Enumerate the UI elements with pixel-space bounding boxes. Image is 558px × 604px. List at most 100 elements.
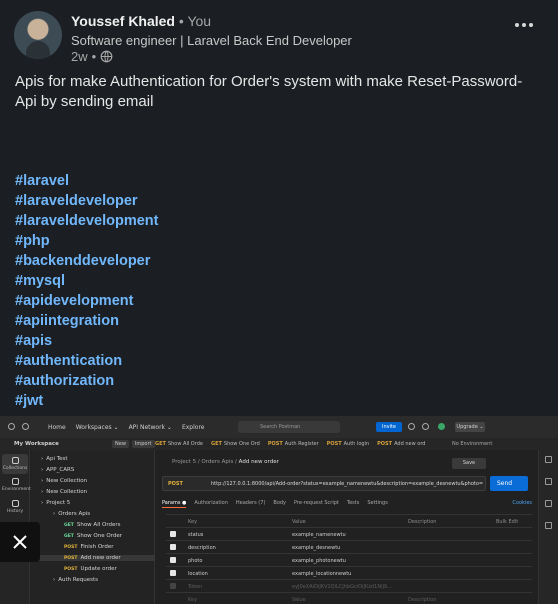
hashtag-link[interactable]: #laraveldeveloper xyxy=(15,191,158,211)
rail-collections[interactable]: Collections xyxy=(2,454,28,474)
hashtag-link[interactable]: #mysql xyxy=(15,271,158,291)
close-button[interactable] xyxy=(0,522,40,562)
you-label: You xyxy=(187,13,212,29)
url-input[interactable]: http://127.0.0.1:8000/api/Add-order?stat… xyxy=(211,481,483,487)
param-checkbox[interactable] xyxy=(170,583,176,589)
tree-item-label: Project 5 xyxy=(46,500,71,506)
tab-request-subtab[interactable]: Headers (7) xyxy=(236,500,265,508)
hashtag-link[interactable]: #backenddeveloper xyxy=(15,251,158,271)
import-button[interactable]: Import xyxy=(131,440,155,448)
post-body: Apis for make Authentication for Order's… xyxy=(15,73,523,110)
rail-history[interactable]: History xyxy=(2,500,28,514)
param-placeholder-description[interactable]: Description xyxy=(408,597,436,603)
workspace-name[interactable]: My Workspace xyxy=(14,441,59,447)
param-checkbox[interactable] xyxy=(170,544,176,550)
avatar[interactable] xyxy=(14,11,62,59)
param-value[interactable]: example_locationnewtu xyxy=(292,571,351,577)
param-key[interactable]: description xyxy=(188,545,216,551)
tree-item-label: Orders Apis xyxy=(58,511,91,517)
request-tab[interactable]: GET Show All Orde xyxy=(155,441,203,447)
more-options-button[interactable] xyxy=(512,17,536,33)
save-button[interactable]: Save xyxy=(452,458,486,469)
tree-item-label: Api Test xyxy=(46,456,68,462)
tree-item[interactable]: › Auth Requests xyxy=(53,577,98,583)
hashtag-link[interactable]: #authentication xyxy=(15,351,158,371)
param-checkbox[interactable] xyxy=(170,531,176,537)
top-nav-item[interactable]: Explore xyxy=(182,424,205,431)
param-key[interactable]: Token xyxy=(188,584,202,590)
param-placeholder-key[interactable]: Key xyxy=(188,597,197,603)
param-key[interactable]: location xyxy=(188,571,208,577)
param-value[interactable]: example_photonewtu xyxy=(292,558,346,564)
rail-environments[interactable]: Environments xyxy=(2,478,33,492)
param-checkbox[interactable] xyxy=(170,557,176,563)
hashtag-link[interactable]: #laraveldevelopment xyxy=(15,211,158,231)
column-header-bulk[interactable]: Bulk Edit xyxy=(496,519,518,525)
url-bar[interactable]: POST http://127.0.0.1:8000/api/Add-order… xyxy=(162,476,486,491)
tree-item[interactable]: › APP_CARS xyxy=(41,467,74,473)
docs-icon xyxy=(545,522,552,529)
tree-item[interactable]: › Orders Apis xyxy=(53,511,90,517)
request-tab[interactable]: GET Show One Ord xyxy=(211,441,260,447)
hashtag-link[interactable]: #apis xyxy=(15,331,158,351)
tab-label: Auth Register xyxy=(284,441,319,447)
param-placeholder-value[interactable]: Value xyxy=(292,597,306,603)
request-tab[interactable]: POST Auth login xyxy=(327,441,369,447)
tree-item[interactable]: › Api Test xyxy=(41,456,68,462)
param-value[interactable]: example_desnewtu xyxy=(292,545,340,551)
tab-request-subtab[interactable]: Settings xyxy=(367,500,388,508)
tree-item[interactable]: GET Show One Order xyxy=(61,533,122,539)
param-value[interactable]: example_namenewtu xyxy=(292,532,346,538)
tab-method: GET xyxy=(155,441,166,447)
hashtag-link[interactable]: #authorization xyxy=(15,371,158,391)
environment-select[interactable]: No Environment xyxy=(452,441,492,447)
hashtag-link[interactable]: #apiintegration xyxy=(15,311,158,331)
hashtag-link[interactable]: #jwt xyxy=(15,391,158,411)
tab-request-subtab[interactable]: Tests xyxy=(347,500,359,508)
forward-icon xyxy=(22,423,29,430)
history-icon xyxy=(11,500,19,507)
invite-button[interactable]: Invite xyxy=(376,422,402,432)
cookies-link[interactable]: Cookies xyxy=(512,500,532,508)
method-select[interactable]: POST xyxy=(168,481,183,487)
tree-item[interactable]: POST Update order xyxy=(61,566,117,572)
hashtag-link[interactable]: #apidevelopment xyxy=(15,291,158,311)
request-tab[interactable]: POST Auth Register xyxy=(268,441,319,447)
request-tab[interactable]: POST Add new ord xyxy=(377,441,425,447)
top-nav-item[interactable]: Workspaces ⌄ xyxy=(76,424,119,431)
tab-request-subtab[interactable]: Authorization xyxy=(194,500,228,508)
top-nav-item[interactable]: Home xyxy=(48,424,66,431)
tree-item[interactable]: POST Add new order xyxy=(31,555,155,561)
param-key[interactable]: status xyxy=(188,532,203,538)
tab-request-subtab[interactable]: Pre-request Script xyxy=(294,500,339,508)
post-image[interactable]: Home Workspaces ⌄ API Network ⌄ Explore Sea… xyxy=(0,416,558,604)
tab-params[interactable]: Params ● xyxy=(162,500,187,508)
environments-icon xyxy=(11,478,19,485)
tree-item[interactable]: › New Collection xyxy=(41,478,87,484)
upgrade-button[interactable]: Upgrade ⌄ xyxy=(455,422,485,432)
separator: • xyxy=(178,13,184,29)
column-header-value: Value xyxy=(292,519,306,525)
tree-item[interactable]: POST Finish Order xyxy=(61,544,113,550)
request-title: Add new order xyxy=(238,459,279,465)
send-button[interactable]: Send xyxy=(490,476,528,491)
chevron-right-icon: › xyxy=(53,511,56,517)
tree-item[interactable]: › New Collection xyxy=(41,489,87,495)
param-key[interactable]: photo xyxy=(188,558,202,564)
param-placeholder-row: Key Value Description xyxy=(166,592,532,604)
tree-item[interactable]: › Project 5 xyxy=(41,500,70,506)
param-checkbox[interactable] xyxy=(170,570,176,576)
tab-method: POST xyxy=(326,441,342,447)
search-input[interactable]: Search Postman xyxy=(238,421,340,433)
hashtag-link[interactable]: #php xyxy=(15,231,158,251)
param-row: photo example_photonewtu xyxy=(166,553,532,566)
tab-request-subtab[interactable]: Body xyxy=(273,500,286,508)
param-value[interactable]: eyJ0eXAiOiJKV1QiLCJhbGciOiJIUzI1NiJ9... xyxy=(292,584,392,590)
hashtag-link[interactable]: #laravel xyxy=(15,171,158,191)
more-icon xyxy=(515,23,519,27)
new-button[interactable]: New xyxy=(112,440,129,448)
chevron-right-icon: › xyxy=(41,456,44,462)
tree-item[interactable]: GET Show All Orders xyxy=(61,522,121,528)
author-name[interactable]: Youssef Khaled xyxy=(71,13,175,29)
top-nav-item[interactable]: API Network ⌄ xyxy=(129,424,172,431)
